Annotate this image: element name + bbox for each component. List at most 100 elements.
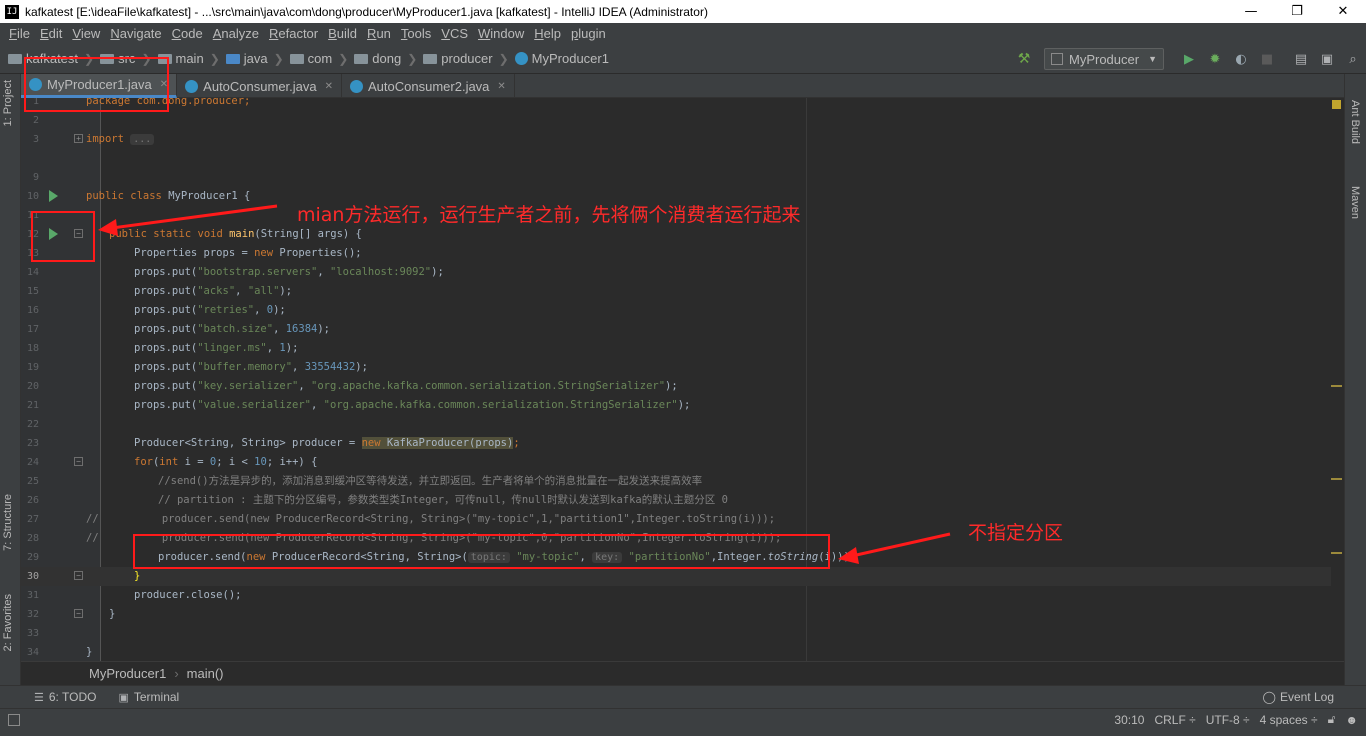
favorites-tool-tab[interactable]: 2: Favorites [2,594,14,651]
crumb-dong[interactable]: dong ❯ [354,51,423,66]
menu-navigate[interactable]: Navigate [105,26,166,41]
menu-code[interactable]: Code [167,26,208,41]
closing-brace: } [86,646,93,658]
code-line: 25 //send()方法是异步的，添加消息到缓冲区等待发送，并立即返回。生产者… [21,472,1331,491]
menu-edit[interactable]: Edit [35,26,67,41]
maven-tool-tab[interactable]: Maven [1349,186,1361,219]
line-number: 20 [26,381,39,392]
tab-autoconsumer2[interactable]: AutoConsumer2.java ✕ [342,74,515,98]
maximize-button[interactable]: ❐ [1274,0,1320,23]
crumb-label: MyProducer1 [531,51,609,66]
code-string: "acks" [197,285,236,297]
analysis-status-icon[interactable] [1332,100,1341,109]
line-number: 27 [26,514,39,525]
breadcrumb-method[interactable]: main() [187,666,224,681]
editor-scrollbar[interactable] [1331,98,1344,661]
close-button[interactable]: ✕ [1320,0,1366,23]
run-class-icon[interactable] [49,190,58,202]
code-text: , [317,266,330,278]
event-log-button[interactable]: ◯ Event Log [1263,690,1334,704]
caret-position[interactable]: 30:10 [1114,713,1144,727]
code-line: 13 Properties props = new Properties(); [21,244,1331,263]
menu-window[interactable]: Window [473,26,529,41]
menu-bar: File Edit View Navigate Code Analyze Ref… [0,23,1366,44]
menu-analyze[interactable]: Analyze [208,26,264,41]
code-line: 9 [21,168,1331,187]
tab-label: AutoConsumer.java [203,78,317,94]
run-icon[interactable]: ▶ [1180,50,1198,68]
fold-end-icon[interactable]: − [74,571,83,580]
todo-tool-button[interactable]: ☰ 6: TODO [34,690,96,704]
package-icon [423,53,438,64]
structure-tool-tab[interactable]: 7: Structure [2,494,14,551]
stop-icon[interactable]: ■ [1258,50,1276,68]
menu-tools[interactable]: Tools [396,26,436,41]
crumb-class[interactable]: MyProducer1 [514,51,609,66]
indent-select[interactable]: 4 spaces ÷ [1260,713,1318,727]
lock-icon[interactable]: 🔓︎ [1328,712,1336,727]
right-tool-strip: Ant Build Maven [1344,74,1366,685]
tab-autoconsumer[interactable]: AutoConsumer.java ✕ [177,74,343,98]
inspector-icon[interactable]: ☻ [1345,713,1358,727]
code-keyword: new [254,247,280,259]
menu-build[interactable]: Build [323,26,362,41]
menu-vcs[interactable]: VCS [436,26,473,41]
code-line: 22 [21,415,1331,434]
warning-marker[interactable] [1331,478,1342,480]
title-bar: IJ kafkatest [E:\ideaFile\kafkatest] - .… [0,0,1366,23]
menu-run[interactable]: Run [362,26,396,41]
fold-end-icon[interactable]: − [74,609,83,618]
class-icon [350,79,364,93]
chevron-down-icon: ▼ [1148,54,1157,64]
search-everywhere-icon[interactable]: ⌕ [1344,50,1362,68]
debug-icon[interactable]: ✹ [1206,50,1224,68]
folded-imports[interactable]: ... [130,134,155,145]
menu-view[interactable]: View [67,26,105,41]
code-text: props.put( [134,361,198,373]
terminal-tool-button[interactable]: ▣ Terminal [118,690,179,704]
menu-plugin[interactable]: plugin [566,26,611,41]
code-string: "org.apache.kafka.common.serialization.S… [311,380,666,392]
breadcrumb-class[interactable]: MyProducer1 [89,666,166,681]
minimize-button[interactable]: — [1228,0,1274,23]
annotation-main-note: mian方法运行，运行生产者之前，先将俩个消费者运行起来 [297,204,801,226]
warning-marker[interactable] [1331,552,1342,554]
crumb-com[interactable]: com ❯ [289,51,355,66]
hide-panels-icon[interactable]: ▣ [1318,50,1336,68]
build-hammer-icon[interactable]: ⚒ [1016,51,1032,67]
run-configuration-select[interactable]: MyProducer ▼ [1044,48,1164,70]
class-icon [514,52,528,65]
crumb-producer[interactable]: producer ❯ [423,51,514,66]
navigation-bar: kafkatest ❯ src ❯ main ❯ java ❯ com ❯ dong ❯ p… [0,44,1366,74]
line-number: 2 [32,115,39,126]
class-icon [185,79,199,93]
code-editor[interactable]: 1 package com.dong.producer; 2 3 + impor… [21,98,1344,661]
code-text: , [273,323,286,335]
crumb-java[interactable]: java ❯ [225,51,290,66]
fold-expand-icon[interactable]: + [74,134,83,143]
warning-marker[interactable] [1331,385,1342,387]
code-line: 21 props.put("value.serializer", "org.apa… [21,396,1331,415]
project-tool-tab[interactable]: 1: Project [2,80,14,126]
close-tab-icon[interactable]: ✕ [497,81,505,92]
menu-refactor[interactable]: Refactor [264,26,323,41]
import-keyword: import [86,133,124,145]
terminal-icon: ▣ [118,691,129,704]
ant-build-tool-tab[interactable]: Ant Build [1349,100,1361,144]
encoding-select[interactable]: UTF-8 ÷ [1206,713,1250,727]
fold-collapse-icon[interactable]: − [74,457,83,466]
menu-help[interactable]: Help [529,26,566,41]
annotation-run-box [31,211,95,262]
coverage-icon[interactable]: ◐ [1232,50,1250,68]
close-tab-icon[interactable]: ✕ [325,81,333,92]
line-separator-select[interactable]: CRLF ÷ [1154,713,1195,727]
code-text: , [311,399,324,411]
crumb-label: dong [372,51,402,66]
menu-file[interactable]: File [4,26,35,41]
project-structure-icon[interactable]: ▤ [1292,50,1310,68]
code-text: Properties props = [134,247,255,259]
code-text: props.put( [134,304,198,316]
code-text: producer.close(); [134,589,242,601]
code-line: 12 − public static void main(String[] ar… [21,225,1331,244]
toggle-tool-windows-icon[interactable] [8,714,20,726]
